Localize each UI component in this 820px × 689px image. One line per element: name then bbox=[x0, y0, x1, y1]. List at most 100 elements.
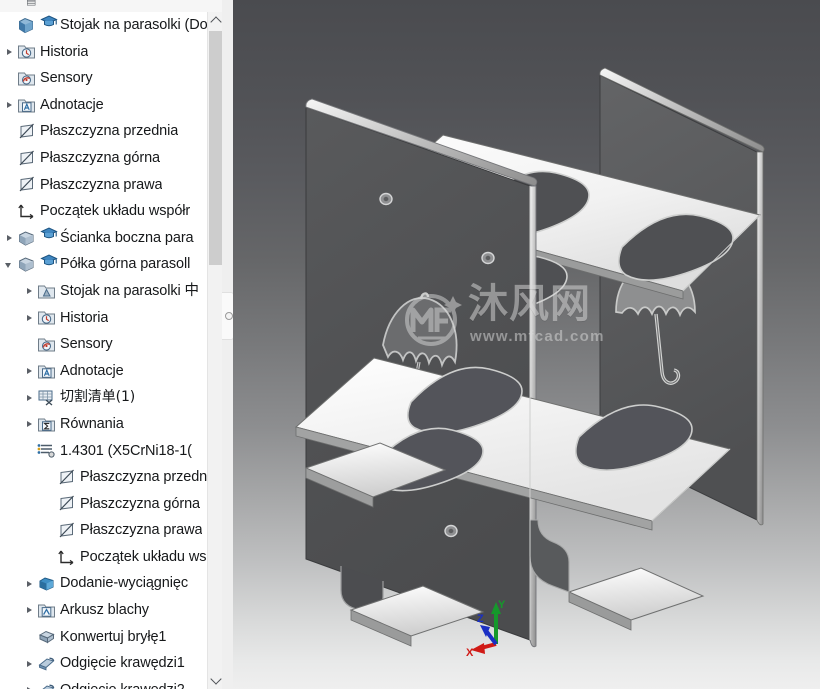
feature-tree-row-label: Adnotacje bbox=[60, 362, 124, 379]
scroll-down-button[interactable] bbox=[208, 672, 222, 689]
chevron-right-icon[interactable] bbox=[4, 100, 15, 111]
cutlist-icon bbox=[37, 388, 56, 407]
feature-tree-row[interactable]: Stojak na parasolki 中 bbox=[0, 278, 207, 305]
chevron-down-icon bbox=[209, 673, 222, 685]
feature-tree-scroll-area[interactable]: Stojak na parasolki (Do Historia Sensory Ad… bbox=[0, 12, 207, 689]
graphics-viewport[interactable]: 沐风网 www.mfcad.com Y X Z bbox=[233, 0, 820, 689]
equations-icon bbox=[37, 415, 56, 434]
feature-tree-row[interactable]: Sensory bbox=[0, 65, 207, 92]
feature-tree-row[interactable]: Odgięcie krawędzi1 bbox=[0, 650, 207, 677]
chevron-right-icon[interactable] bbox=[24, 286, 35, 297]
feature-tree-row-label: Sensory bbox=[60, 336, 113, 353]
feature-tree-row[interactable]: Stojak na parasolki (Do bbox=[0, 12, 207, 39]
coordinate-triad: Y X Z bbox=[466, 599, 506, 656]
feature-tree-row-label: Stojak na parasolki (Do bbox=[60, 17, 207, 33]
feature-tree-row[interactable]: Dodanie-wyciągnięc bbox=[0, 570, 207, 597]
solidworks-window: ▤ • Stojak na parasolki (Do Historia Senso… bbox=[0, 0, 820, 689]
edge-flange-icon bbox=[37, 654, 56, 673]
feature-tree-row-label: Płaszczyzna przednia bbox=[40, 123, 179, 140]
scroll-up-button[interactable] bbox=[208, 12, 222, 29]
feature-tree-row-label: Dodanie-wyciągnięc bbox=[60, 575, 188, 592]
partial-toolbar-icon-a[interactable]: ▤ bbox=[26, 0, 36, 7]
plane-icon bbox=[57, 521, 76, 540]
feature-tree-row[interactable]: Płaszczyzna przednia bbox=[0, 118, 207, 145]
feature-tree-row-label: Sensory bbox=[40, 70, 93, 87]
history-folder-icon bbox=[17, 42, 36, 61]
origin-icon bbox=[17, 202, 36, 221]
plane-icon bbox=[17, 175, 36, 194]
solid-body-icon bbox=[17, 229, 36, 248]
plane-icon bbox=[17, 149, 36, 168]
chevron-right-icon[interactable] bbox=[24, 685, 35, 689]
feature-tree-row[interactable]: Sensory bbox=[0, 331, 207, 358]
feature-tree-list: Stojak na parasolki (Do Historia Sensory Ad… bbox=[0, 12, 207, 689]
feature-tree-row-label: Półka górna parasoll bbox=[60, 256, 191, 273]
feature-tree-row[interactable]: Historia bbox=[0, 39, 207, 66]
feature-tree-row[interactable]: 切割清单(1) bbox=[0, 384, 207, 411]
feature-tree-row[interactable]: Płaszczyzna prawa bbox=[0, 517, 207, 544]
chevron-right-icon[interactable] bbox=[24, 366, 35, 377]
chevron-down-icon[interactable] bbox=[4, 259, 15, 270]
feature-tree-row[interactable]: Płaszczyzna górna bbox=[0, 491, 207, 518]
graduation-cap-icon bbox=[40, 12, 58, 39]
feature-tree-row-label: Płaszczyzna prawa bbox=[80, 522, 203, 539]
umbrella-stand-3d-model[interactable] bbox=[233, 0, 820, 689]
chevron-right-icon[interactable] bbox=[24, 658, 35, 669]
chevron-right-icon[interactable] bbox=[4, 233, 15, 244]
feature-tree-row-label: Konwertuj bryłę1 bbox=[60, 628, 167, 645]
feature-tree-row[interactable]: Płaszczyzna górna bbox=[0, 145, 207, 172]
feature-tree-row-label: Płaszczyzna górna bbox=[40, 149, 160, 166]
feature-tree-row[interactable]: Arkusz blachy bbox=[0, 597, 207, 624]
feature-tree-row[interactable]: Równania bbox=[0, 411, 207, 438]
feature-tree-row[interactable]: Adnotacje bbox=[0, 358, 207, 385]
feature-tree-row[interactable]: Adnotacje bbox=[0, 92, 207, 119]
feature-tree-row[interactable]: Początek układu współr bbox=[0, 198, 207, 225]
chevron-right-icon[interactable] bbox=[24, 312, 35, 323]
graduation-cap-icon bbox=[40, 251, 58, 279]
material-icon bbox=[37, 441, 56, 460]
plane-icon bbox=[17, 122, 36, 141]
chevron-right-icon[interactable] bbox=[24, 419, 35, 430]
plane-icon bbox=[57, 468, 76, 487]
feature-tree-row[interactable]: Ścianka boczna para bbox=[0, 225, 207, 252]
feature-tree-row-label: Początek układu wsp bbox=[80, 548, 207, 565]
feature-tree-row-label: Odgięcie krawędzi2 bbox=[60, 677, 185, 689]
feature-tree-row-label: Stojak na parasolki 中 bbox=[60, 282, 199, 299]
panel-splitter[interactable] bbox=[222, 0, 233, 689]
annotations-folder-icon bbox=[17, 96, 36, 115]
feature-tree-row[interactable]: Półka górna parasoll bbox=[0, 251, 207, 278]
panel-collapse-icon[interactable] bbox=[225, 312, 233, 320]
refs-folder-icon bbox=[37, 282, 56, 301]
convert-solid-icon bbox=[37, 627, 56, 646]
chevron-right-icon[interactable] bbox=[24, 578, 35, 589]
sensors-folder-icon bbox=[37, 335, 56, 354]
scrollbar-thumb[interactable] bbox=[209, 31, 222, 265]
feature-tree-vertical-scrollbar[interactable] bbox=[207, 12, 222, 689]
feature-tree-row[interactable]: Konwertuj bryłę1 bbox=[0, 624, 207, 651]
feature-tree-row[interactable]: Początek układu wsp bbox=[0, 544, 207, 571]
feature-tree-row[interactable]: Płaszczyzna prawa bbox=[0, 172, 207, 199]
feature-manager-panel: ▤ • Stojak na parasolki (Do Historia Senso… bbox=[0, 0, 222, 689]
chevron-right-icon[interactable] bbox=[24, 392, 35, 403]
feature-tree-row-label: Historia bbox=[40, 43, 89, 60]
feature-tree-row[interactable]: Odgięcie krawędzi2 bbox=[0, 677, 207, 689]
feature-tree-row[interactable]: Historia bbox=[0, 305, 207, 332]
feature-tree-row-label: Płaszczyzna górna bbox=[80, 495, 200, 512]
boss-extrude-icon bbox=[37, 574, 56, 593]
chevron-right-icon[interactable] bbox=[4, 46, 15, 57]
sensors-folder-icon bbox=[17, 69, 36, 88]
partial-toolbar-icon-b[interactable]: • bbox=[44, 0, 54, 6]
chevron-right-icon[interactable] bbox=[24, 605, 35, 616]
feature-tree-row[interactable]: Płaszczyzna przednia bbox=[0, 464, 207, 491]
feature-tree-row[interactable]: 1.4301 (X5CrNi18-1( bbox=[0, 438, 207, 465]
